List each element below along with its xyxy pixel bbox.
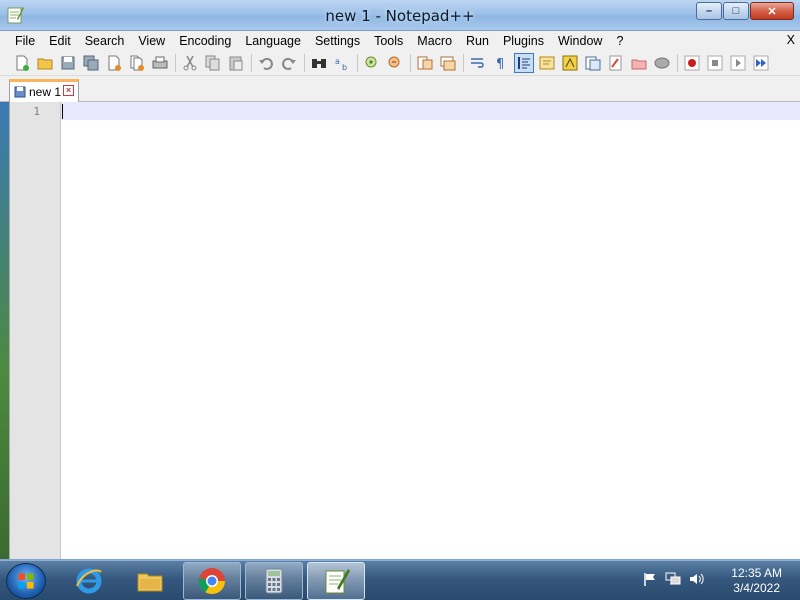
file-explorer-icon[interactable] (121, 562, 179, 600)
menu-search[interactable]: Search (78, 34, 132, 48)
toolbar-separator (175, 53, 176, 72)
clock-date: 3/4/2022 (733, 581, 780, 595)
record-status-icon[interactable] (652, 53, 672, 73)
function-list-icon[interactable] (583, 53, 603, 73)
tab-new-1[interactable]: new 1 × (9, 79, 79, 102)
copy-icon[interactable] (203, 53, 223, 73)
user-language-icon[interactable] (537, 53, 557, 73)
run-macro-multiple-icon[interactable] (751, 53, 771, 73)
new-file-icon[interactable] (12, 53, 32, 73)
menu-view[interactable]: View (131, 34, 172, 48)
close-icon[interactable] (104, 53, 124, 73)
toolbar-separator (463, 53, 464, 72)
sync-vertical-icon[interactable] (415, 53, 435, 73)
cut-icon[interactable] (180, 53, 200, 73)
svg-text:a: a (335, 57, 340, 66)
toolbar-separator (251, 53, 252, 72)
find-icon[interactable] (309, 53, 329, 73)
show-all-chars-icon[interactable]: ¶ (491, 53, 511, 73)
menu-window[interactable]: Window (551, 34, 609, 48)
tab-label: new 1 (29, 85, 62, 99)
toolbar-separator (304, 53, 305, 72)
replace-icon[interactable]: ab (332, 53, 352, 73)
calculator-icon[interactable] (245, 562, 303, 600)
close-window-button[interactable]: ✕ (750, 2, 794, 20)
indent-guide-icon[interactable] (514, 52, 534, 73)
svg-text:¶: ¶ (496, 57, 504, 71)
menu-plugins[interactable]: Plugins (496, 34, 551, 48)
save-icon[interactable] (58, 53, 78, 73)
menu-macro[interactable]: Macro (410, 34, 459, 48)
network-icon[interactable] (665, 571, 681, 587)
open-file-icon[interactable] (35, 53, 55, 73)
menu-tools[interactable]: Tools (367, 34, 410, 48)
tab-close-icon[interactable]: × (63, 85, 74, 96)
menu-bar: File Edit Search View Encoding Language … (0, 31, 800, 50)
notepadpp-icon[interactable] (307, 562, 365, 600)
editor-area[interactable]: 1 (9, 102, 800, 559)
stop-macro-icon[interactable] (705, 53, 725, 73)
menu-settings[interactable]: Settings (308, 34, 367, 48)
menu-edit[interactable]: Edit (42, 34, 78, 48)
window-title: new 1 - Notepad++ (325, 7, 475, 25)
menu-language[interactable]: Language (238, 34, 308, 48)
line-number-gutter: 1 (10, 102, 61, 559)
chrome-icon[interactable] (183, 562, 241, 600)
maximize-button[interactable]: □ (723, 2, 749, 20)
clock[interactable]: 12:35 AM 3/4/2022 (731, 566, 782, 596)
clock-time: 12:35 AM (731, 566, 782, 580)
menu-file[interactable]: File (8, 34, 42, 48)
toolbar-separator (410, 53, 411, 72)
record-macro-icon[interactable] (682, 53, 702, 73)
zoom-out-icon[interactable] (385, 53, 405, 73)
action-center-flag-icon[interactable] (642, 571, 658, 587)
volume-icon[interactable] (688, 571, 704, 587)
monitoring-icon[interactable] (629, 53, 649, 73)
minimize-button[interactable]: – (696, 2, 722, 20)
windows-logo-icon (18, 573, 34, 589)
undo-icon[interactable] (256, 53, 276, 73)
toolbar-separator (357, 53, 358, 72)
text-caret (62, 104, 63, 119)
sync-horizontal-icon[interactable] (438, 53, 458, 73)
save-all-icon[interactable] (81, 53, 101, 73)
desktop-background (0, 102, 9, 559)
saved-file-icon (14, 86, 26, 98)
taskbar: 12:35 AM 3/4/2022 (0, 560, 800, 600)
print-icon[interactable] (150, 53, 170, 73)
menu-encoding[interactable]: Encoding (172, 34, 238, 48)
toolbar-separator (677, 53, 678, 72)
start-button[interactable] (6, 563, 46, 599)
svg-text:b: b (342, 63, 347, 71)
internet-explorer-icon[interactable] (60, 562, 118, 600)
close-all-icon[interactable] (127, 53, 147, 73)
paste-icon[interactable] (226, 53, 246, 73)
play-macro-icon[interactable] (728, 53, 748, 73)
menu-run[interactable]: Run (459, 34, 496, 48)
system-tray (635, 571, 704, 587)
title-bar[interactable]: new 1 - Notepad++ – □ ✕ (0, 0, 800, 31)
line-number: 1 (33, 105, 40, 118)
redo-icon[interactable] (279, 53, 299, 73)
document-map-icon[interactable] (560, 53, 580, 73)
zoom-in-icon[interactable] (362, 53, 382, 73)
close-document-button[interactable]: X (787, 33, 795, 47)
toolbar: ab ¶ (0, 50, 800, 76)
word-wrap-icon[interactable] (468, 53, 488, 73)
current-line-highlight (61, 102, 800, 120)
tab-bar: new 1 × (0, 76, 800, 102)
menu-help[interactable]: ? (609, 34, 630, 48)
folder-workspace-icon[interactable] (606, 53, 626, 73)
